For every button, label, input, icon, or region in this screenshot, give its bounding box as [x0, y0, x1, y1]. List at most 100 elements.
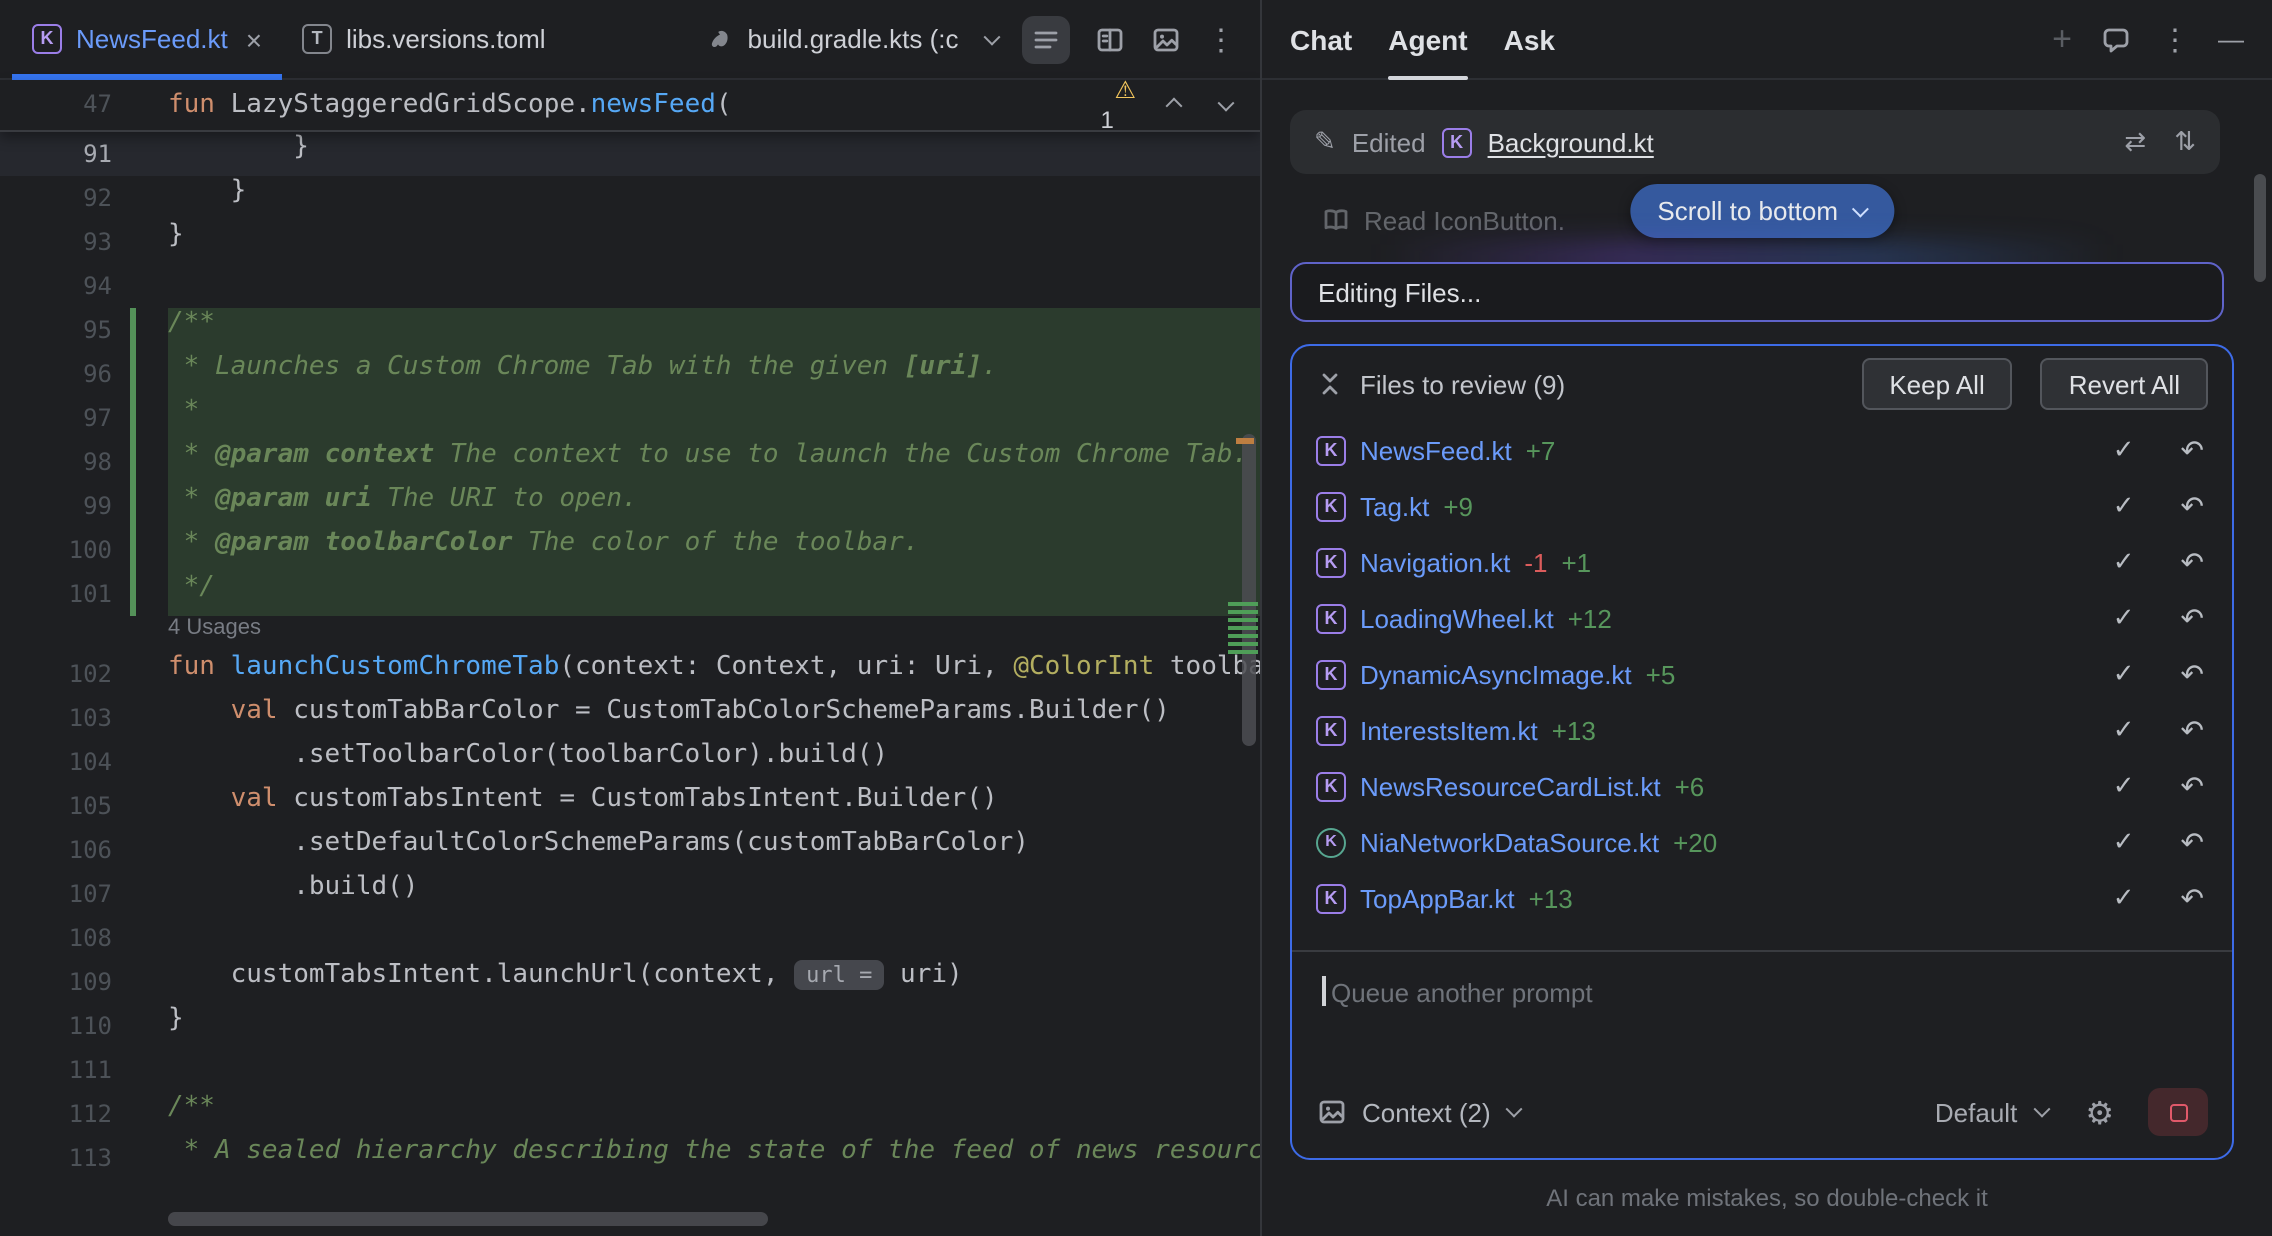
code-line[interactable]: 92 } [0, 176, 1260, 220]
code-text[interactable]: /** [168, 308, 1260, 352]
warning-stripe-mark[interactable] [1236, 438, 1254, 444]
model-selector[interactable]: Default [1935, 1097, 2017, 1127]
code-line[interactable]: 95 /** [0, 308, 1260, 352]
file-row[interactable]: KNavigation.kt-1+1✓↶ [1292, 534, 2232, 590]
more-options-icon[interactable]: ⋮ [1206, 21, 1236, 57]
attach-image-icon[interactable] [1316, 1096, 1348, 1128]
line-number[interactable]: 95 [0, 308, 112, 352]
expand-collapse-icon[interactable]: ⇅ [2174, 126, 2196, 158]
tab-newsfeed[interactable]: K NewsFeed.kt × [12, 0, 282, 78]
line-number[interactable]: 106 [0, 828, 112, 872]
code-line[interactable]: 107 .build() [0, 872, 1260, 916]
line-number[interactable]: 102 [0, 652, 112, 696]
code-line[interactable]: 105 val customTabsIntent = CustomTabsInt… [0, 784, 1260, 828]
keep-file-icon[interactable]: ✓ [2113, 714, 2135, 746]
file-link[interactable]: Tag.kt [1360, 491, 1429, 521]
line-number[interactable]: 94 [0, 264, 112, 308]
revert-all-button[interactable]: Revert All [2041, 358, 2208, 410]
code-line[interactable]: 97 * [0, 396, 1260, 440]
file-row[interactable]: KNewsFeed.kt+7✓↶ [1292, 422, 2232, 478]
file-row[interactable]: KDynamicAsyncImage.kt+5✓↶ [1292, 646, 2232, 702]
file-link[interactable]: NewsResourceCardList.kt [1360, 771, 1661, 801]
code-line[interactable]: 113 * A sealed hierarchy describing the … [0, 1136, 1260, 1180]
code-line[interactable]: 112/** [0, 1092, 1260, 1136]
keep-file-icon[interactable]: ✓ [2113, 546, 2135, 578]
code-text[interactable]: } [168, 1004, 1260, 1048]
file-row[interactable]: KInterestsItem.kt+13✓↶ [1292, 702, 2232, 758]
code-text[interactable] [168, 1048, 1260, 1092]
line-number[interactable]: 109 [0, 960, 112, 1004]
code-editor[interactable]: 91 }92 }93}9495/**96 * Launches a Custom… [0, 132, 1260, 1180]
line-number[interactable]: 97 [0, 396, 112, 440]
code-line[interactable]: 111 [0, 1048, 1260, 1092]
line-number[interactable]: 91 [0, 132, 112, 176]
code-text[interactable]: * @param context The context to use to l… [168, 440, 1260, 484]
file-link[interactable]: Navigation.kt [1360, 547, 1510, 577]
code-text[interactable]: .setDefaultColorSchemeParams(customTabBa… [168, 828, 1260, 872]
code-text[interactable]: customTabsIntent.launchUrl(context, url … [168, 960, 1260, 1004]
revert-file-icon[interactable]: ↶ [2181, 433, 2204, 467]
code-line[interactable]: 96 * Launches a Custom Chrome Tab with t… [0, 352, 1260, 396]
code-line[interactable]: 98 * @param context The context to use t… [0, 440, 1260, 484]
revert-file-icon[interactable]: ↶ [2181, 601, 2204, 635]
keep-file-icon[interactable]: ✓ [2113, 770, 2135, 802]
line-number[interactable]: 92 [0, 176, 112, 220]
screenshot-icon[interactable] [1150, 23, 1182, 55]
chat-more-icon[interactable]: ⋮ [2160, 21, 2190, 57]
horizontal-scrollbar[interactable] [168, 1212, 768, 1226]
code-text[interactable]: } [168, 220, 1260, 264]
warning-badge[interactable]: ⚠ 1 [958, 45, 1136, 165]
code-text[interactable] [168, 916, 1260, 960]
new-chat-icon[interactable]: + [2052, 19, 2072, 59]
line-number[interactable]: 107 [0, 872, 112, 916]
usages-inlay[interactable]: 4 Usages [0, 616, 1260, 652]
line-number[interactable]: 111 [0, 1048, 112, 1092]
keep-file-icon[interactable]: ✓ [2113, 882, 2135, 914]
revert-file-icon[interactable]: ↶ [2181, 489, 2204, 523]
code-line[interactable]: 109 customTabsIntent.launchUrl(context, … [0, 960, 1260, 1004]
keep-file-icon[interactable]: ✓ [2113, 602, 2135, 634]
tab-libs-versions[interactable]: T libs.versions.toml [282, 0, 565, 78]
code-text[interactable]: } [168, 176, 1260, 220]
revert-file-icon[interactable]: ↶ [2181, 713, 2204, 747]
code-text[interactable]: */ [168, 572, 1260, 616]
file-row[interactable]: KTopAppBar.kt+13✓↶ [1292, 870, 2232, 926]
next-occurrence-icon[interactable] [1212, 99, 1240, 111]
line-number[interactable]: 101 [0, 572, 112, 616]
compare-changes-icon[interactable]: ⇄ [2124, 126, 2146, 158]
keep-file-icon[interactable]: ✓ [2113, 490, 2135, 522]
code-text[interactable] [168, 264, 1260, 308]
tab-chat[interactable]: Chat [1290, 0, 1352, 79]
file-row[interactable]: KLoadingWheel.kt+12✓↶ [1292, 590, 2232, 646]
close-tab-icon[interactable]: × [246, 23, 262, 55]
prev-occurrence-icon[interactable] [1160, 99, 1188, 111]
tab-agent[interactable]: Agent [1388, 0, 1467, 79]
revert-file-icon[interactable]: ↶ [2181, 769, 2204, 803]
line-number[interactable]: 113 [0, 1136, 112, 1180]
file-row[interactable]: KTag.kt+9✓↶ [1292, 478, 2232, 534]
code-line[interactable]: 101 */ [0, 572, 1260, 616]
code-line[interactable]: 108 [0, 916, 1260, 960]
code-line[interactable]: 94 [0, 264, 1260, 308]
line-number[interactable]: 104 [0, 740, 112, 784]
code-text[interactable]: /** [168, 1092, 1260, 1136]
file-row[interactable]: KNiaNetworkDataSource.kt+20✓↶ [1292, 814, 2232, 870]
chat-scrollbar[interactable] [2254, 174, 2266, 282]
code-text[interactable]: * A sealed hierarchy describing the stat… [168, 1136, 1260, 1180]
stop-button[interactable] [2148, 1088, 2208, 1136]
code-text[interactable]: * @param toolbarColor The color of the t… [168, 528, 1260, 572]
file-link[interactable]: InterestsItem.kt [1360, 715, 1538, 745]
line-number[interactable]: 105 [0, 784, 112, 828]
line-number[interactable]: 103 [0, 696, 112, 740]
edited-file-row[interactable]: ✎ Edited K Background.kt ⇄ ⇅ [1290, 110, 2220, 174]
file-row[interactable]: KNewsResourceCardList.kt+6✓↶ [1292, 758, 2232, 814]
file-link[interactable]: LoadingWheel.kt [1360, 603, 1554, 633]
chat-history-icon[interactable] [2100, 23, 2132, 55]
code-text[interactable]: val customTabBarColor = CustomTabColorSc… [168, 696, 1260, 740]
revert-file-icon[interactable]: ↶ [2181, 657, 2204, 691]
file-link[interactable]: Background.kt [1488, 127, 1654, 157]
code-line[interactable]: 93} [0, 220, 1260, 264]
minimize-icon[interactable]: — [2218, 24, 2244, 54]
code-text[interactable]: .setToolbarColor(toolbarColor).build() [168, 740, 1260, 784]
file-link[interactable]: TopAppBar.kt [1360, 883, 1515, 913]
